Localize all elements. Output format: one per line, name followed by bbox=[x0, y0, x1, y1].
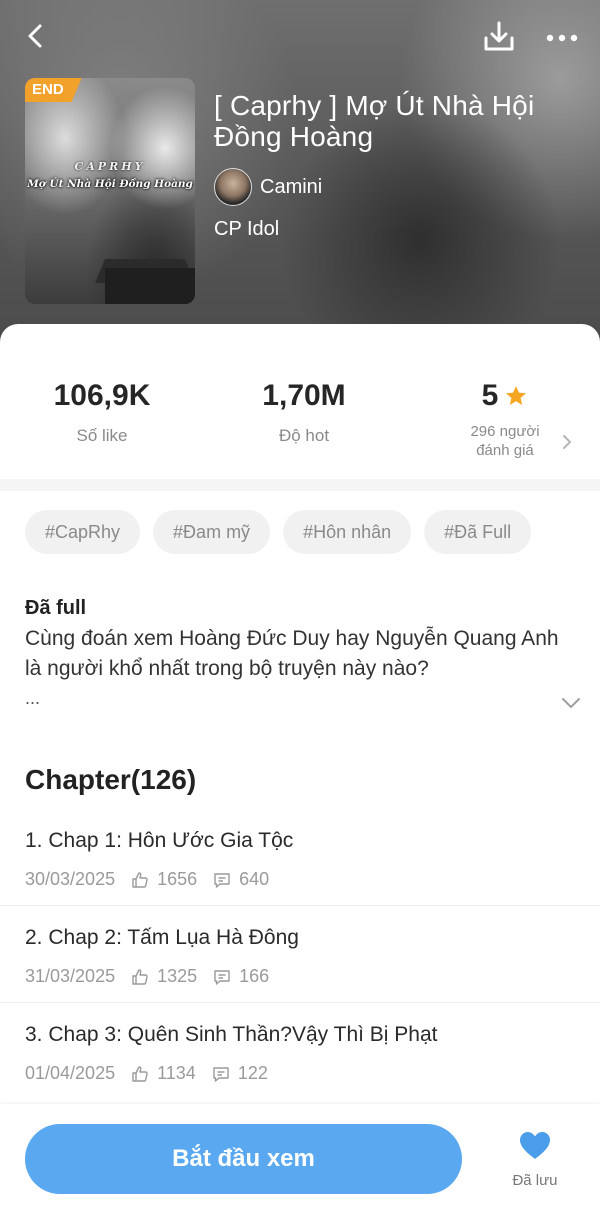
description: Đã full Cùng đoán xem Hoàng Đức Duy hay … bbox=[25, 594, 560, 712]
chevron-down-icon[interactable] bbox=[560, 696, 582, 710]
chapter-meta: 30/03/2025 1656 640 bbox=[25, 869, 269, 890]
chapter-date: 30/03/2025 bbox=[25, 869, 116, 889]
chapter-name: 1. Chap 1: Hôn Ước Gia Tộc bbox=[25, 829, 294, 852]
comment-icon bbox=[214, 872, 230, 888]
chapter-comments: 122 bbox=[237, 1063, 268, 1083]
comment-icon bbox=[214, 969, 230, 985]
tag-chip[interactable]: #Hôn nhân bbox=[283, 510, 412, 554]
chapter-heading: Chapter(126) bbox=[25, 764, 197, 795]
section-divider bbox=[0, 479, 600, 491]
chapter-list: 1. Chap 1: Hôn Ước Gia Tộc 30/03/2025 16… bbox=[0, 809, 600, 1100]
author-name: Camini bbox=[260, 175, 323, 198]
chevron-left-icon bbox=[28, 24, 42, 48]
avatar bbox=[214, 168, 252, 206]
likes-value: 106,9K bbox=[53, 379, 151, 412]
chevron-right-icon[interactable] bbox=[560, 432, 574, 452]
chapter-name: 3. Chap 3: Quên Sinh Thần?Vậy Thì Bị Phạ… bbox=[25, 1023, 438, 1046]
star-icon bbox=[506, 386, 527, 405]
book-category[interactable]: CP Idol bbox=[214, 218, 279, 241]
saved-button[interactable]: Đã lưu bbox=[500, 1130, 570, 1189]
chapter-row[interactable]: 1. Chap 1: Hôn Ước Gia Tộc 30/03/2025 16… bbox=[0, 809, 600, 906]
hot-value: 1,70M bbox=[262, 379, 346, 412]
rating-count-line1: 296 người bbox=[470, 423, 540, 440]
cover-house-shape bbox=[105, 268, 195, 304]
detail-sheet: 106,9K Số like 1,70M Độ hot 5 296 người … bbox=[0, 324, 600, 1210]
rating-count-line2: đánh giá bbox=[476, 442, 534, 459]
rating-line: 5 bbox=[430, 378, 580, 414]
chapter-row[interactable]: 3. Chap 3: Quên Sinh Thần?Vậy Thì Bị Phạ… bbox=[0, 1003, 600, 1100]
chapter-comments: 166 bbox=[239, 966, 270, 986]
hot-label: Độ hot bbox=[278, 426, 330, 445]
tag-chip[interactable]: #Đam mỹ bbox=[153, 510, 271, 554]
chapter-date: 01/04/2025 bbox=[25, 1063, 116, 1083]
stat-rating[interactable]: 5 296 người đánh giá bbox=[430, 378, 580, 460]
chapter-likes: 1134 bbox=[157, 1063, 196, 1083]
chapter-meta: 01/04/2025 1134 122 bbox=[25, 1063, 268, 1084]
description-ellipsis: ... bbox=[25, 688, 41, 708]
chapter-row[interactable]: 2. Chap 2: Tấm Lụa Hà Đông 31/03/2025 13… bbox=[0, 906, 600, 1003]
hero-header: CAPRHY Mợ Út Nhà Hội Đồng Hoàng END [ Ca… bbox=[0, 0, 600, 360]
thumbs-up-icon bbox=[132, 871, 148, 888]
thumbs-up-icon bbox=[132, 968, 148, 985]
book-title: [ Caprhy ] Mợ Út Nhà Hội Đồng Hoàng bbox=[214, 90, 535, 152]
author-row[interactable]: Camini bbox=[214, 168, 322, 206]
description-text: Cùng đoán xem Hoàng Đức Duy hay Nguyễn Q… bbox=[25, 627, 559, 680]
chapter-likes: 1325 bbox=[157, 966, 198, 986]
stat-likes: 106,9K Số like bbox=[22, 378, 182, 446]
download-button[interactable] bbox=[480, 18, 518, 56]
chapter-meta: 31/03/2025 1325 166 bbox=[25, 966, 269, 987]
book-cover[interactable]: CAPRHY Mợ Út Nhà Hội Đồng Hoàng bbox=[25, 78, 195, 304]
rating-value: 5 bbox=[481, 379, 499, 412]
more-options-button[interactable] bbox=[542, 18, 582, 56]
cover-title-text: Mợ Út Nhà Hội Đồng Hoàng bbox=[27, 178, 193, 190]
download-icon bbox=[484, 21, 514, 51]
more-dots-icon bbox=[546, 34, 578, 42]
likes-label: Số like bbox=[76, 426, 128, 445]
tag-chip[interactable]: #CapRhy bbox=[25, 510, 141, 554]
stats-row: 106,9K Số like 1,70M Độ hot 5 296 người … bbox=[0, 324, 600, 479]
tag-list: #CapRhy #Đam mỹ #Hôn nhân #Đã Full bbox=[25, 510, 585, 554]
chapter-likes: 1656 bbox=[157, 869, 198, 889]
description-status: Đã full bbox=[25, 597, 87, 619]
thumbs-up-icon bbox=[132, 1065, 148, 1082]
back-button[interactable] bbox=[18, 18, 54, 54]
saved-label: Đã lưu bbox=[512, 1172, 558, 1189]
start-reading-button[interactable]: Bắt đầu xem bbox=[25, 1124, 462, 1194]
chapter-name: 2. Chap 2: Tấm Lụa Hà Đông bbox=[25, 926, 299, 949]
top-bar bbox=[0, 14, 600, 58]
bottom-action-bar: Bắt đầu xem Đã lưu bbox=[0, 1104, 600, 1210]
heart-icon bbox=[520, 1132, 550, 1159]
stat-hot: 1,70M Độ hot bbox=[224, 378, 384, 446]
tag-chip[interactable]: #Đã Full bbox=[424, 510, 532, 554]
chapter-date: 31/03/2025 bbox=[25, 966, 116, 986]
comment-icon bbox=[213, 1066, 229, 1082]
cover-series-text: CAPRHY bbox=[74, 160, 146, 173]
chapter-comments: 640 bbox=[239, 869, 270, 889]
